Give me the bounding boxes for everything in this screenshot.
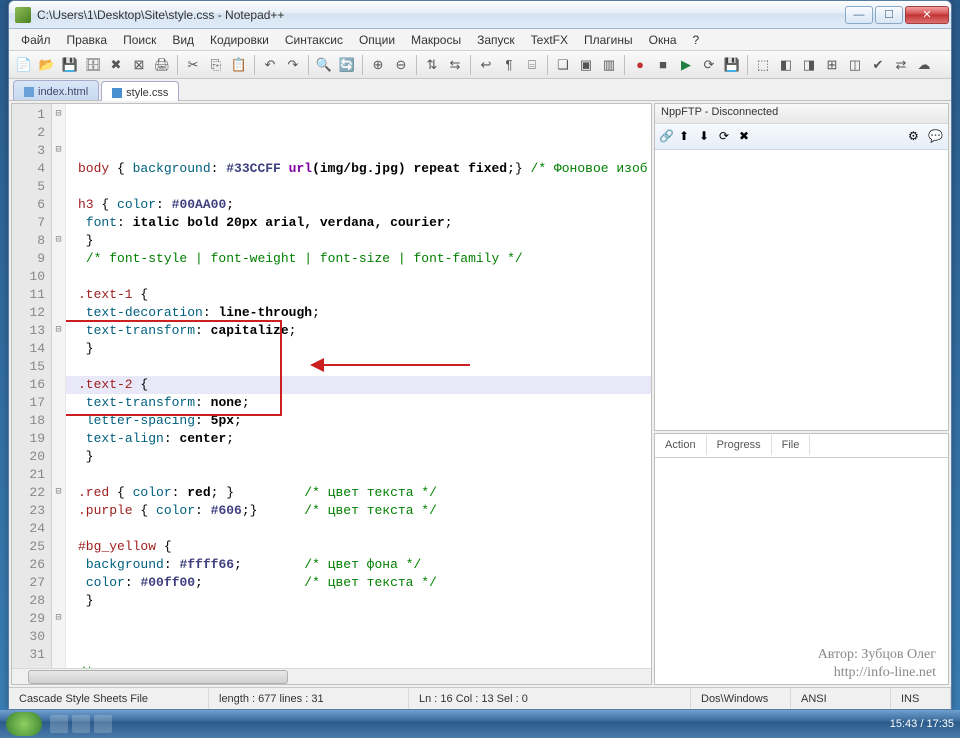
document-tabbar[interactable]: index.htmlstyle.css <box>9 79 951 101</box>
save-icon[interactable]: 💾 <box>59 54 81 76</box>
close-file-icon[interactable]: ✖ <box>105 54 127 76</box>
print-icon[interactable]: 🖨 <box>151 54 173 76</box>
indent-guide-icon[interactable]: ⌸ <box>521 54 543 76</box>
cut-icon[interactable]: ✂ <box>182 54 204 76</box>
tab-style-css[interactable]: style.css <box>101 81 179 101</box>
ftp-output-tabs[interactable]: ActionProgressFile <box>655 434 948 458</box>
status-file-type: Cascade Style Sheets File <box>9 688 209 709</box>
quicklaunch-icon[interactable] <box>72 715 90 733</box>
menu-запуск[interactable]: Запуск <box>469 31 523 49</box>
menu-файл[interactable]: Файл <box>13 31 59 49</box>
messages-icon[interactable]: 💬 <box>928 129 944 145</box>
menu-опции[interactable]: Опции <box>351 31 403 49</box>
file-icon <box>112 88 122 98</box>
wordwrap-icon[interactable]: ↩ <box>475 54 497 76</box>
ftp-tree[interactable] <box>655 150 948 430</box>
maximize-button[interactable]: ☐ <box>875 6 903 24</box>
sync-h-icon[interactable]: ⇆ <box>444 54 466 76</box>
plugin4-icon[interactable]: ⊞ <box>821 54 843 76</box>
menu-?[interactable]: ? <box>685 31 708 49</box>
open-file-icon[interactable]: 📂 <box>36 54 58 76</box>
titlebar[interactable]: C:\Users\1\Desktop\Site\style.css - Note… <box>9 1 951 29</box>
menu-макросы[interactable]: Макросы <box>403 31 469 49</box>
sync-v-icon[interactable]: ⇅ <box>421 54 443 76</box>
quicklaunch-icon[interactable] <box>94 715 112 733</box>
connect-icon[interactable]: 🔗 <box>659 129 675 145</box>
replace-icon[interactable]: 🔄 <box>336 54 358 76</box>
macro-save-icon[interactable]: 💾 <box>721 54 743 76</box>
copy-icon[interactable]: ⎘ <box>205 54 227 76</box>
file-icon <box>24 87 34 97</box>
watermark: Автор: Зубцов Олег http://info-line.net <box>818 646 936 682</box>
horizontal-scrollbar[interactable] <box>12 668 651 684</box>
macro-repeat-icon[interactable]: ⟳ <box>698 54 720 76</box>
menu-плагины[interactable]: Плагины <box>576 31 641 49</box>
ftp-tab-file[interactable]: File <box>772 435 811 455</box>
plugin5-icon[interactable]: ◫ <box>844 54 866 76</box>
close-all-icon[interactable]: ⊠ <box>128 54 150 76</box>
highlight-box <box>66 320 282 416</box>
menu-синтаксис[interactable]: Синтаксис <box>277 31 351 49</box>
plugin2-icon[interactable]: ◧ <box>775 54 797 76</box>
settings-icon[interactable]: ⚙ <box>908 129 924 145</box>
plugin3-icon[interactable]: ◨ <box>798 54 820 76</box>
ftp-tab-progress[interactable]: Progress <box>707 435 772 455</box>
all-chars-icon[interactable]: ¶ <box>498 54 520 76</box>
start-button[interactable] <box>6 712 42 736</box>
fold-margin[interactable]: ⊟⊟⊟⊟⊟⊟ <box>52 104 66 668</box>
compare-icon[interactable]: ⇄ <box>890 54 912 76</box>
status-position: Ln : 16 Col : 13 Sel : 0 <box>409 688 691 709</box>
menu-правка[interactable]: Правка <box>59 31 116 49</box>
statusbar: Cascade Style Sheets File length : 677 l… <box>9 687 951 709</box>
arrow-annotation <box>310 358 470 372</box>
menu-кодировки[interactable]: Кодировки <box>202 31 277 49</box>
doc-map-icon[interactable]: ▥ <box>598 54 620 76</box>
quicklaunch-icon[interactable] <box>50 715 68 733</box>
lang-icon[interactable]: ❏ <box>552 54 574 76</box>
code-text[interactable]: body { background: #33CCFF url(img/bg.jp… <box>66 104 651 668</box>
abort-icon[interactable]: ✖ <box>739 129 755 145</box>
undo-icon[interactable]: ↶ <box>259 54 281 76</box>
fold-icon[interactable]: ▣ <box>575 54 597 76</box>
new-file-icon[interactable]: 📄 <box>13 54 35 76</box>
download-icon[interactable]: ⬇ <box>699 129 715 145</box>
spellcheck-icon[interactable]: ✔ <box>867 54 889 76</box>
zoom-in-icon[interactable]: ⊕ <box>367 54 389 76</box>
menubar[interactable]: ФайлПравкаПоискВидКодировкиСинтаксисОпци… <box>9 29 951 51</box>
menu-поиск[interactable]: Поиск <box>115 31 164 49</box>
status-insert-mode: INS <box>891 688 951 709</box>
ftp-toolbar[interactable]: 🔗 ⬆ ⬇ ⟳ ✖ ⚙ 💬 <box>655 124 948 150</box>
refresh-icon[interactable]: ⟳ <box>719 129 735 145</box>
status-eol: Dos\Windows <box>691 688 791 709</box>
zoom-out-icon[interactable]: ⊖ <box>390 54 412 76</box>
taskbar[interactable]: 15:43 / 17:35 <box>0 710 960 738</box>
close-button[interactable]: ✕ <box>905 6 949 24</box>
menu-вид[interactable]: Вид <box>164 31 202 49</box>
tab-index-html[interactable]: index.html <box>13 80 99 100</box>
macro-record-icon[interactable]: ● <box>629 54 651 76</box>
plugin1-icon[interactable]: ⬚ <box>752 54 774 76</box>
clock[interactable]: 15:43 / 17:35 <box>890 718 954 730</box>
minimize-button[interactable]: — <box>845 6 873 24</box>
status-length: length : 677 lines : 31 <box>209 688 409 709</box>
menu-окна[interactable]: Окна <box>641 31 685 49</box>
status-encoding: ANSI <box>791 688 891 709</box>
paste-icon[interactable]: 📋 <box>228 54 250 76</box>
toolbar[interactable]: 📄 📂 💾 🗄 ✖ ⊠ 🖨 ✂ ⎘ 📋 ↶ ↷ 🔍 🔄 ⊕ ⊖ ⇅ ⇆ ↩ <box>9 51 951 79</box>
menu-textfx[interactable]: TextFX <box>523 31 576 49</box>
ftp-tab-action[interactable]: Action <box>655 435 707 455</box>
editor[interactable]: 1234567891011121314151617181920212223242… <box>11 103 652 685</box>
redo-icon[interactable]: ↷ <box>282 54 304 76</box>
macro-play-icon[interactable]: ▶ <box>675 54 697 76</box>
ftp-icon[interactable]: ☁ <box>913 54 935 76</box>
app-icon <box>15 7 31 23</box>
macro-stop-icon[interactable]: ■ <box>652 54 674 76</box>
app-window: C:\Users\1\Desktop\Site\style.css - Note… <box>8 0 952 710</box>
line-number-gutter: 1234567891011121314151617181920212223242… <box>12 104 52 668</box>
upload-icon[interactable]: ⬆ <box>679 129 695 145</box>
window-title: C:\Users\1\Desktop\Site\style.css - Note… <box>37 8 845 22</box>
ftp-panel-title: NppFTP - Disconnected <box>655 104 948 124</box>
save-all-icon[interactable]: 🗄 <box>82 54 104 76</box>
find-icon[interactable]: 🔍 <box>313 54 335 76</box>
